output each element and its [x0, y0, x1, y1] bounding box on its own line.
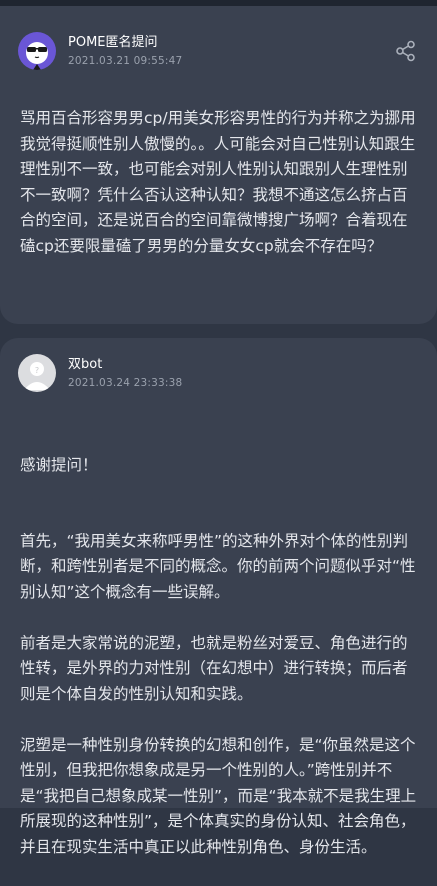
answer-author[interactable]: 双bot	[68, 357, 182, 373]
sunglasses-avatar-icon[interactable]	[18, 32, 56, 70]
answer-card: ? 双bot 2021.03.24 23:33:38 感谢提问！ 首先，“我用美…	[0, 338, 437, 856]
answer-timestamp: 2021.03.24 23:33:38	[68, 376, 183, 389]
answer-paragraph: 前者是大家常说的泥塑，也就是粉丝对爱豆、角色进行的性转，是外界的力对性别（在幻想…	[20, 633, 408, 703]
default-avatar-icon[interactable]: ?	[18, 354, 56, 392]
answer-greeting: 感谢提问！	[20, 455, 98, 474]
question-text: 骂用百合形容男男cp/用美女形容男性的行为并称之为挪用我觉得挺顺性别人傲慢的。。…	[20, 109, 416, 255]
question-author[interactable]: POME匿名提问	[68, 35, 182, 51]
question-header: POME匿名提问 2021.03.21 09:55:47	[18, 32, 182, 70]
answer-text: 感谢提问！ 首先，“我用美女来称呼男性”的这种外界对个体的性别判断，和跨性别者是…	[20, 427, 420, 886]
svg-text:?: ?	[35, 366, 39, 375]
question-timestamp: 2021.03.21 09:55:47	[68, 54, 183, 67]
answer-paragraph: 首先，“我用美女来称呼男性”的这种外界对个体的性别判断，和跨性别者是不同的概念。…	[20, 531, 416, 601]
share-icon[interactable]	[395, 40, 417, 62]
answer-paragraph: 泥塑是一种性别身份转换的幻想和创作，是“你虽然是这个性别，但我把你想象成是另一个…	[20, 735, 417, 856]
answer-header: ? 双bot 2021.03.24 23:33:38	[18, 354, 182, 392]
question-card: POME匿名提问 2021.03.21 09:55:47 骂用百合形容男男cp/…	[0, 6, 437, 324]
